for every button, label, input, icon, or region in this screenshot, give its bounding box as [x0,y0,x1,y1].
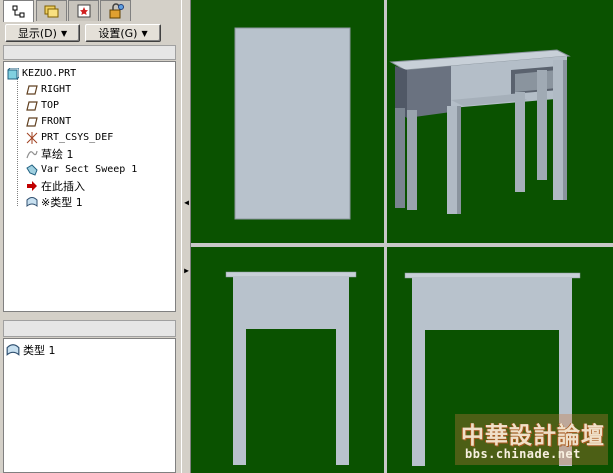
tab-folder-browser[interactable] [36,0,67,21]
detail-item-type[interactable]: 类型 1 [6,342,56,357]
top-view-model [234,27,351,220]
tree-item-var-sect-sweep[interactable]: Var Sect Sweep 1 [26,162,137,177]
type-icon [26,196,38,207]
tree-item-insert-here[interactable]: 在此插入 [26,178,85,193]
settings-button-label: 设置(G) [98,27,138,40]
tree-item-type[interactable]: ※类型 1 [26,194,83,209]
type-icon [6,343,20,356]
tree-item-label: FRONT [41,116,72,127]
chevron-down-icon: ▼ [141,28,148,38]
tree-item-csys[interactable]: PRT_CSYS_DEF [26,130,113,145]
navigator-tab-bar [0,0,181,22]
datum-plane-icon [26,84,38,95]
tree-item-sketch[interactable]: 草绘 1 [26,146,74,161]
viewport-isometric-view[interactable] [387,0,613,243]
expand-right-icon[interactable]: ▶ [183,260,190,280]
connections-icon [109,3,124,19]
model-tree: KEZUO.PRT RIGHT TOP FRONT PRT_CSYS_DEF 草… [3,61,176,312]
tree-connector-line [17,78,18,206]
tree-item-label: TOP [41,100,60,111]
tree-item-label: 草绘 1 [41,147,74,161]
sweep-icon [26,163,38,176]
display-button-label: 显示(D) [17,27,57,40]
csys-icon [26,131,38,144]
panel-splitter[interactable]: ◀ ▶ [181,0,191,473]
sketch-icon [26,150,38,158]
tree-item-part[interactable]: KEZUO.PRT [7,66,76,81]
insert-here-arrow-icon [27,180,37,191]
tree-item-label: Var Sect Sweep 1 [41,164,138,175]
graphics-window[interactable] [191,0,613,473]
tab-favorites[interactable] [68,0,99,21]
detail-item-label: 类型 1 [23,343,56,357]
isometric-desk-model [389,49,571,214]
tree-item-label: KEZUO.PRT [22,68,77,79]
tree-button-row: 显示(D) ▼ 设置(G) ▼ [0,22,181,44]
detail-list: 类型 1 [3,338,176,473]
model-tree-icon [12,5,24,17]
tree-item-label: RIGHT [41,84,72,95]
tree-item-label: ※类型 1 [41,195,83,209]
display-dropdown-button[interactable]: 显示(D) ▼ [5,24,80,42]
datum-plane-icon [26,100,38,111]
part-icon [7,67,19,79]
watermark: 中華設計論壇 bbs.chinade.net [455,414,608,465]
collapse-left-icon[interactable]: ◀ [183,192,190,212]
tree-item-front[interactable]: FRONT [26,114,71,129]
model-tree-panel: 显示(D) ▼ 设置(G) ▼ KEZUO.PRT RIGHT TOP FRON… [0,0,181,473]
favorites-icon [77,4,90,18]
tree-item-right[interactable]: RIGHT [26,82,71,97]
tree-item-label: PRT_CSYS_DEF [41,132,114,143]
side-view-model [225,271,357,465]
watermark-url: bbs.chinade.net [465,447,581,461]
tree-header-bar [3,45,176,60]
watermark-title: 中華設計論壇 [461,423,605,449]
detail-header-bar [3,320,176,337]
tab-model-tree[interactable] [3,0,34,22]
folder-stack-icon [44,5,58,18]
datum-plane-icon [26,116,38,127]
viewport-top-view[interactable] [191,0,384,243]
settings-dropdown-button[interactable]: 设置(G) ▼ [85,24,161,42]
chevron-down-icon: ▼ [60,28,68,38]
tree-item-top[interactable]: TOP [26,98,59,113]
tree-item-label: 在此插入 [41,179,85,193]
viewport-side-view[interactable] [191,247,384,473]
tab-connections[interactable] [100,0,131,21]
